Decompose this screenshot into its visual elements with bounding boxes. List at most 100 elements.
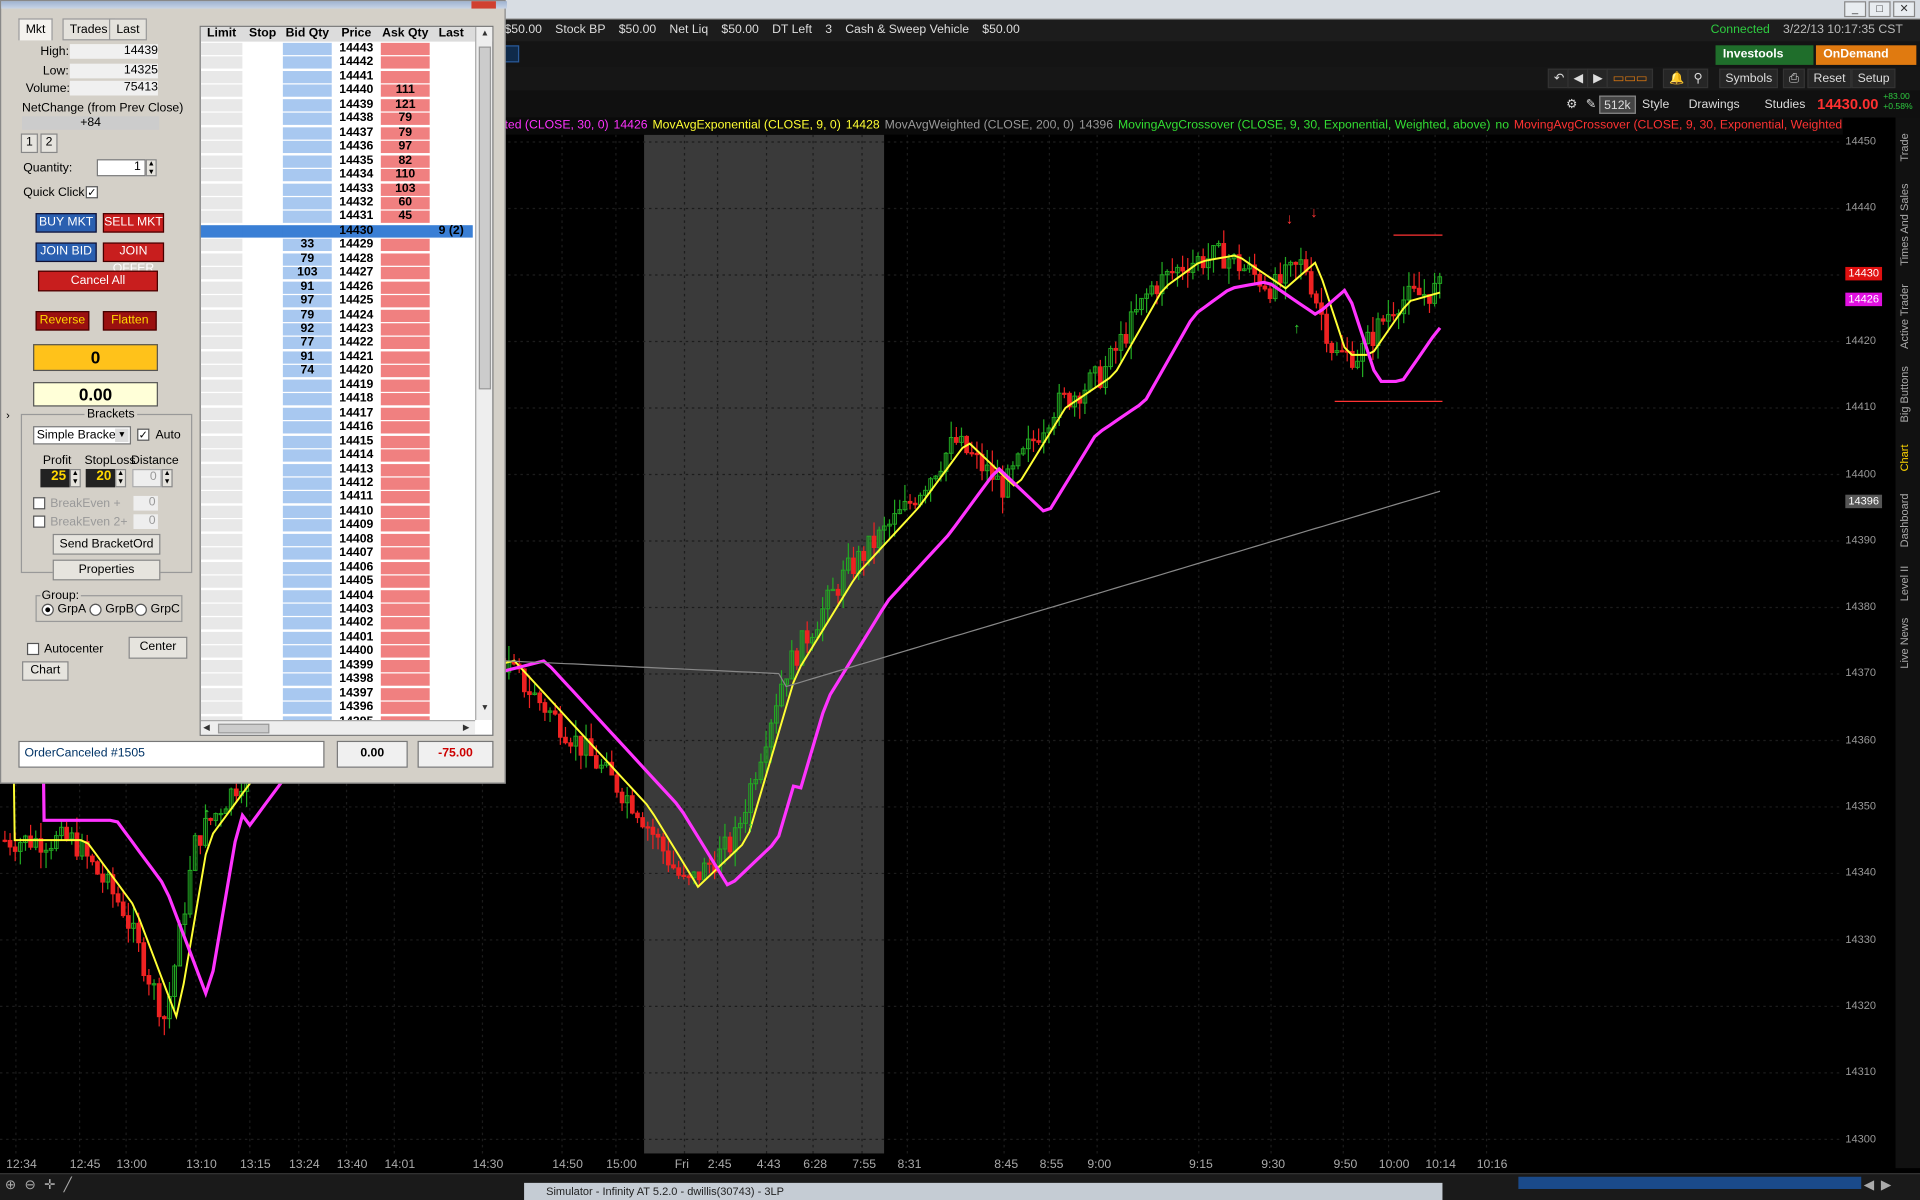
- alert-bell-icon[interactable]: 🔔: [1662, 68, 1691, 89]
- bid-qty-cell[interactable]: [282, 575, 332, 588]
- limit-cell[interactable]: [200, 547, 243, 560]
- ladder-row[interactable]: 14432 60: [200, 196, 473, 210]
- limit-cell[interactable]: [200, 561, 243, 574]
- stop-cell[interactable]: [242, 561, 283, 574]
- ladder-hscroll-thumb[interactable]: [217, 723, 270, 734]
- quantity-stepper[interactable]: ▲ ▼: [145, 159, 157, 177]
- bid-qty-cell[interactable]: [282, 140, 332, 154]
- study-legend-item[interactable]: 14396: [1079, 119, 1113, 132]
- ask-qty-cell[interactable]: [380, 225, 430, 238]
- zoom-badge[interactable]: 512k: [1599, 95, 1636, 114]
- taskbar-window[interactable]: Simulator - Infinity AT 5.2.0 - dwillis(…: [524, 1182, 1443, 1200]
- ask-qty-cell[interactable]: [380, 519, 430, 532]
- stoploss-stepper[interactable]: ▲ ▼: [115, 468, 127, 488]
- breakeven1-checkbox[interactable]: [33, 497, 46, 510]
- sell-mkt-button[interactable]: SELL MKT: [102, 213, 165, 233]
- back-icon[interactable]: ◀: [1567, 68, 1590, 89]
- grid-layout-icon[interactable]: ▭▭▭: [1606, 68, 1654, 89]
- ask-qty-cell[interactable]: 121: [380, 98, 430, 112]
- stop-cell[interactable]: [242, 505, 283, 518]
- stop-cell[interactable]: [242, 617, 283, 630]
- ask-qty-cell[interactable]: [380, 56, 430, 70]
- ladder-row[interactable]: 14401: [200, 631, 473, 644]
- ask-qty-cell[interactable]: [380, 309, 430, 322]
- bid-qty-cell[interactable]: [282, 687, 332, 701]
- stop-cell[interactable]: [242, 42, 283, 56]
- bid-qty-cell[interactable]: [282, 421, 332, 434]
- active-tab[interactable]: [504, 45, 520, 63]
- ladder-row[interactable]: 14400: [200, 645, 473, 658]
- bid-qty-cell[interactable]: [282, 533, 332, 546]
- print-icon[interactable]: ⎙: [1782, 68, 1805, 89]
- study-legend-item[interactable]: MovingAvgCrossover (CLOSE, 9, 30, Expone…: [1118, 119, 1491, 132]
- scroll-down-icon[interactable]: ▼: [479, 704, 491, 716]
- breakeven2-checkbox[interactable]: [33, 515, 46, 528]
- minimize-icon[interactable]: _: [1844, 1, 1867, 18]
- stop-cell[interactable]: [242, 225, 283, 238]
- ladder-row[interactable]: 97 14425: [200, 295, 473, 308]
- study-legend-item[interactable]: MovAvgExponential (CLOSE, 9, 0): [652, 119, 840, 132]
- style-button[interactable]: Style: [1638, 96, 1673, 114]
- limit-cell[interactable]: [200, 421, 243, 434]
- distance-input[interactable]: 0: [132, 468, 162, 488]
- breakeven2-input[interactable]: 0: [133, 514, 158, 529]
- grpa-radio[interactable]: [41, 603, 54, 616]
- buy-mkt-button[interactable]: BUY MKT: [35, 213, 97, 233]
- stop-cell[interactable]: [242, 155, 283, 168]
- ask-qty-cell[interactable]: [380, 701, 430, 715]
- limit-cell[interactable]: [200, 197, 243, 210]
- ladder-row[interactable]: 14443: [200, 42, 473, 56]
- limit-cell[interactable]: [200, 295, 243, 308]
- send-bracket-button[interactable]: Send BracketOrd: [52, 533, 161, 555]
- stop-cell[interactable]: [242, 575, 283, 588]
- link-icon[interactable]: ⚲: [1687, 68, 1709, 89]
- ask-qty-cell[interactable]: [380, 365, 430, 378]
- study-legend-item[interactable]: no: [1495, 119, 1509, 132]
- bracket-type-select[interactable]: Simple Bracket ▼: [33, 426, 132, 445]
- stop-cell[interactable]: [242, 309, 283, 322]
- ask-qty-cell[interactable]: [380, 589, 430, 602]
- stop-cell[interactable]: [242, 323, 283, 336]
- limit-cell[interactable]: [200, 169, 243, 182]
- limit-cell[interactable]: [200, 126, 243, 140]
- quickclick-checkbox[interactable]: ✓: [85, 186, 98, 199]
- tab-trades[interactable]: Trades: [62, 18, 115, 41]
- limit-cell[interactable]: [200, 603, 243, 616]
- quantity-input[interactable]: 1: [96, 159, 146, 177]
- ladder-row[interactable]: 14409: [200, 519, 473, 532]
- bid-qty-cell[interactable]: 97: [282, 295, 332, 308]
- center-button[interactable]: Center: [128, 636, 188, 659]
- setup-button[interactable]: Setup: [1851, 68, 1896, 89]
- ladder-row[interactable]: 14398: [200, 673, 473, 687]
- bid-qty-cell[interactable]: [282, 211, 332, 224]
- bid-qty-cell[interactable]: 91: [282, 281, 332, 294]
- limit-cell[interactable]: [200, 435, 243, 448]
- grpb-radio[interactable]: [89, 603, 102, 616]
- limit-cell[interactable]: [200, 589, 243, 602]
- study-legend-item[interactable]: ted (CLOSE, 30, 0): [504, 119, 608, 132]
- ask-qty-cell[interactable]: [380, 687, 430, 701]
- bid-qty-cell[interactable]: 92: [282, 323, 332, 336]
- studies-button[interactable]: Studies: [1761, 96, 1809, 114]
- stop-cell[interactable]: [242, 337, 283, 350]
- drawings-button[interactable]: Drawings: [1685, 96, 1743, 114]
- scroll-right-icon[interactable]: ▶: [463, 722, 470, 733]
- limit-cell[interactable]: [200, 449, 243, 462]
- bid-qty-cell[interactable]: [282, 547, 332, 560]
- stop-cell[interactable]: [242, 407, 283, 420]
- ask-qty-cell[interactable]: [380, 70, 430, 84]
- ladder-row[interactable]: 14417: [200, 407, 473, 420]
- ask-qty-cell[interactable]: [380, 435, 430, 448]
- ask-qty-cell[interactable]: [380, 267, 430, 280]
- stop-cell[interactable]: [242, 253, 283, 266]
- expand-arrow-icon[interactable]: ›: [6, 409, 10, 421]
- ladder-row[interactable]: 14416: [200, 421, 473, 434]
- bid-qty-cell[interactable]: 74: [282, 365, 332, 378]
- side-tab-chart[interactable]: Chart: [1898, 433, 1918, 482]
- limit-cell[interactable]: [200, 701, 243, 715]
- stop-cell[interactable]: [242, 477, 283, 490]
- stop-cell[interactable]: [242, 631, 283, 644]
- stop-cell[interactable]: [242, 547, 283, 560]
- stop-cell[interactable]: [242, 267, 283, 280]
- limit-cell[interactable]: [200, 659, 243, 673]
